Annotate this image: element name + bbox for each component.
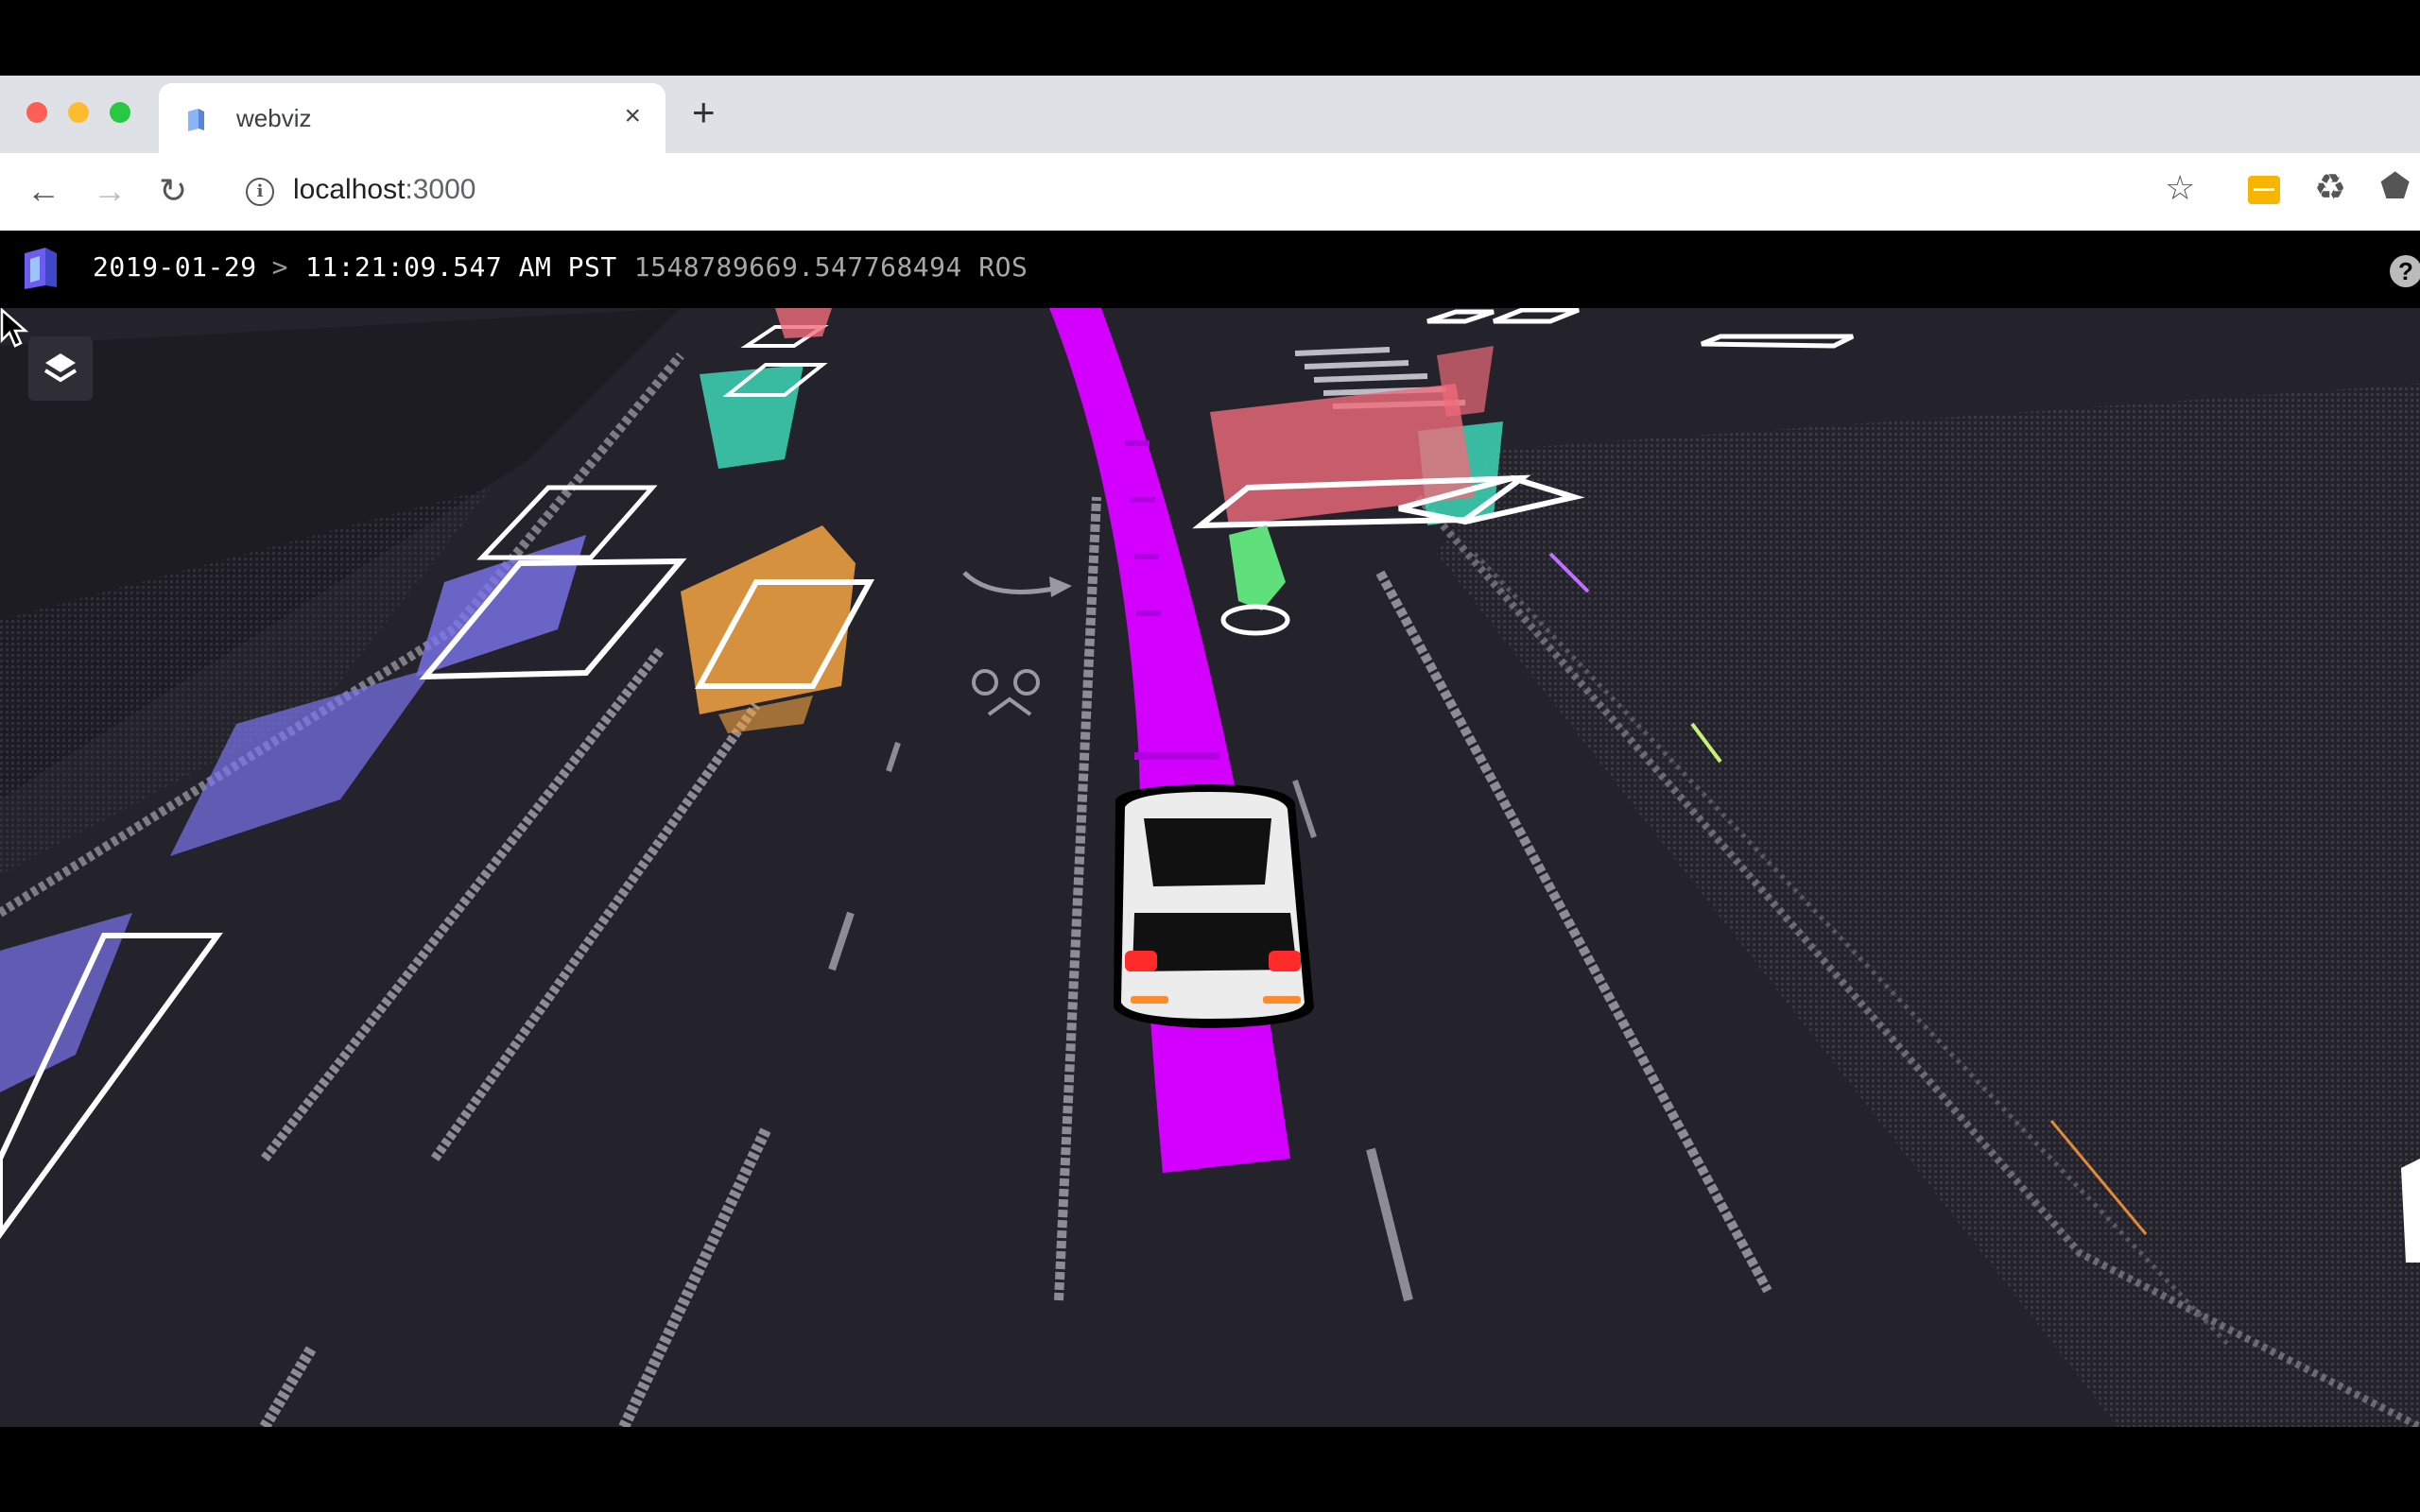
bookmark-star-icon[interactable]: ☆ bbox=[2165, 168, 2195, 208]
browser-tab[interactable]: webviz × bbox=[159, 83, 666, 153]
webviz-favicon-icon bbox=[188, 109, 204, 131]
timestamp-time: 11:21:09.547 AM PST bbox=[304, 251, 617, 283]
webviz-logo-icon bbox=[25, 248, 57, 289]
timestamp-separator: > bbox=[271, 251, 288, 283]
timestamp-date: 2019-01-29 bbox=[93, 251, 257, 283]
new-tab-button[interactable]: + bbox=[692, 93, 716, 132]
reload-button[interactable]: ↻ bbox=[159, 170, 187, 212]
extension-yellow-icon[interactable] bbox=[2248, 176, 2280, 204]
window-maximize-button[interactable] bbox=[110, 102, 130, 123]
mouse-cursor-icon bbox=[0, 308, 28, 348]
layers-icon bbox=[43, 353, 78, 383]
letterbox-bottom bbox=[0, 1427, 2420, 1512]
ros-timestamp: 1548789669.547768494 ROS bbox=[633, 251, 1028, 283]
browser-toolbar: ← → ↻ i localhost:3000 ☆ ♻ ⬟ bbox=[0, 153, 2420, 232]
lidar-scene bbox=[0, 308, 2420, 1427]
back-button[interactable]: ← bbox=[26, 170, 60, 212]
layers-button[interactable] bbox=[28, 336, 93, 401]
tab-title: webviz bbox=[236, 104, 312, 132]
recycle-icon[interactable]: ♻ bbox=[2314, 166, 2346, 209]
forward-button[interactable]: → bbox=[93, 170, 127, 212]
site-info-icon[interactable]: i bbox=[246, 178, 274, 206]
window-minimize-button[interactable] bbox=[68, 102, 89, 123]
url-port: :3000 bbox=[405, 174, 476, 205]
ego-vehicle bbox=[1114, 784, 1314, 1028]
tab-close-icon[interactable]: × bbox=[624, 100, 641, 132]
webviz-header: 2019-01-29 >11:21:09.547 AM PST 1548789669… bbox=[0, 231, 2420, 308]
address-bar[interactable]: localhost:3000 bbox=[293, 174, 475, 206]
url-host: localhost bbox=[293, 174, 406, 205]
window-close-button[interactable] bbox=[26, 102, 47, 123]
puzzle-icon[interactable]: ⬟ bbox=[2380, 166, 2410, 206]
help-icon[interactable]: ? bbox=[2390, 255, 2420, 287]
letterbox-top bbox=[0, 0, 2420, 76]
3d-viewport[interactable] bbox=[0, 308, 2420, 1427]
browser-tab-bar: webviz × + bbox=[0, 76, 2420, 153]
playback-timestamp: 2019-01-29 >11:21:09.547 AM PST 1548789669… bbox=[93, 251, 1028, 283]
